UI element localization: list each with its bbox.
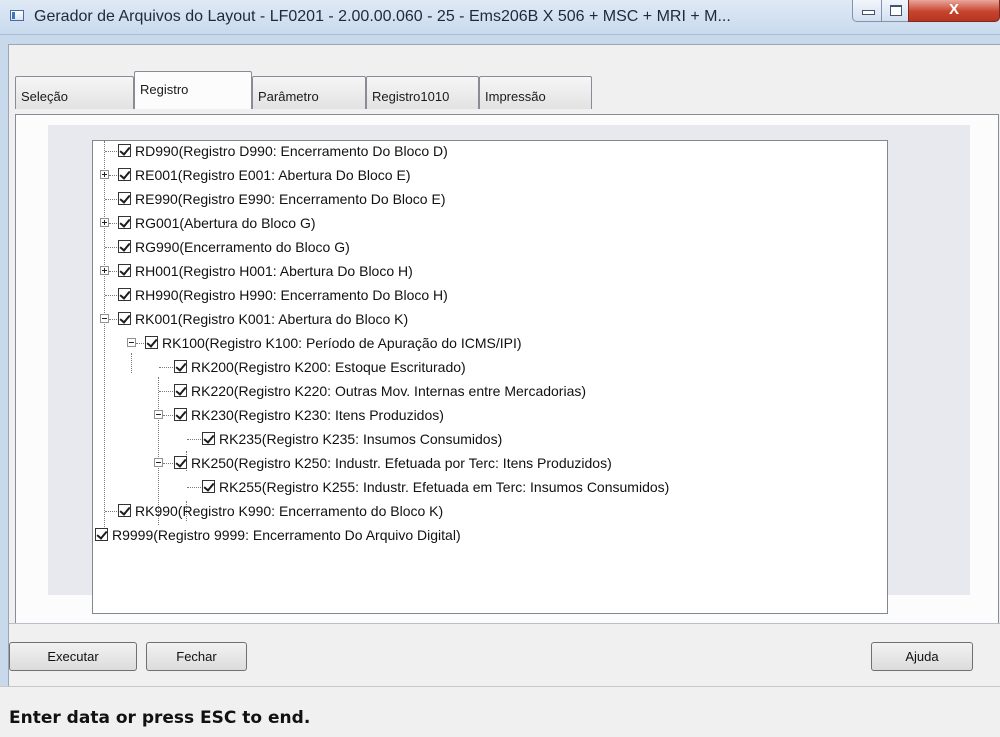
checkbox[interactable]	[118, 168, 131, 181]
tab-registro[interactable]: Registro	[134, 71, 252, 109]
registro-tree[interactable]: RD990(Registro D990: Encerramento Do Blo…	[92, 140, 888, 614]
collapse-icon[interactable]	[100, 314, 109, 323]
tab-impressao[interactable]: Impressão	[479, 76, 592, 109]
tree-item-label: RK255(Registro K255: Industr. Efetuada e…	[219, 479, 670, 495]
tree-item-label: RH990(Registro H990: Encerramento Do Blo…	[135, 287, 448, 303]
tree-item-r9999[interactable]: R9999(Registro 9999: Encerramento Do Arq…	[93, 525, 853, 547]
tree-item-rk230[interactable]: RK230(Registro K230: Itens Produzidos)	[93, 405, 853, 427]
tree-item-label: RK200(Registro K200: Estoque Escriturado…	[191, 359, 466, 375]
checkbox[interactable]	[202, 480, 215, 493]
expand-icon[interactable]	[100, 170, 109, 179]
tree-item-label: RK230(Registro K230: Itens Produzidos)	[191, 407, 444, 423]
tree-item-label: RK220(Registro K220: Outras Mov. Interna…	[191, 383, 587, 399]
tree-item-label: RE990(Registro E990: Encerramento Do Blo…	[135, 191, 446, 207]
collapse-icon[interactable]	[154, 458, 163, 467]
tree-item-label: RH001(Registro H001: Abertura Do Bloco H…	[135, 263, 413, 279]
checkbox[interactable]	[174, 456, 187, 469]
checkbox[interactable]	[174, 384, 187, 397]
tab-label: Parâmetro	[258, 89, 319, 104]
expand-icon[interactable]	[100, 218, 109, 227]
fechar-button[interactable]: Fechar	[146, 642, 247, 671]
checkbox[interactable]	[174, 360, 187, 373]
checkbox[interactable]	[145, 336, 158, 349]
collapse-icon[interactable]	[127, 338, 136, 347]
status-message: Enter data or press ESC to end.	[9, 708, 311, 728]
tree-item-label: RK001(Registro K001: Abertura do Bloco K…	[135, 311, 409, 327]
tab-parametro[interactable]: Parâmetro	[252, 76, 366, 109]
tab-label: Registro	[140, 82, 189, 97]
status-bar: Enter data or press ESC to end.	[0, 686, 1000, 737]
tree-item-rk255[interactable]: RK255(Registro K255: Industr. Efetuada e…	[93, 477, 853, 499]
tab-registro1010[interactable]: Registro1010	[366, 76, 479, 109]
tab-strip: Seleção Registro Parâmetro Registro1010 …	[9, 45, 1000, 115]
tree-item-label: RK250(Registro K250: Industr. Efetuada p…	[191, 455, 612, 471]
tree-item-label: RK100(Registro K100: Período de Apuração…	[162, 335, 522, 351]
checkbox[interactable]	[118, 504, 131, 517]
tree-item-re990[interactable]: RE990(Registro E990: Encerramento Do Blo…	[93, 189, 853, 211]
tree-item-label: RE001(Registro E001: Abertura Do Bloco E…	[135, 167, 411, 183]
checkbox[interactable]	[202, 432, 215, 445]
tab-label: Seleção	[21, 89, 68, 104]
tree-item-label: RK235(Registro K235: Insumos Consumidos)	[219, 431, 503, 447]
tree-item-rh990[interactable]: RH990(Registro H990: Encerramento Do Blo…	[93, 285, 853, 307]
checkbox[interactable]	[118, 216, 131, 229]
executar-button[interactable]: Executar	[9, 642, 137, 671]
tree-item-rk100[interactable]: RK100(Registro K100: Período de Apuração…	[93, 333, 853, 355]
tree-item-label: RD990(Registro D990: Encerramento Do Blo…	[135, 143, 448, 159]
checkbox[interactable]	[118, 264, 131, 277]
tree-item-rk200[interactable]: RK200(Registro K200: Estoque Escriturado…	[93, 357, 853, 379]
maximize-button[interactable]	[881, 0, 909, 22]
tree-item-label: R9999(Registro 9999: Encerramento Do Arq…	[112, 527, 461, 543]
tree-item-rh001[interactable]: RH001(Registro H001: Abertura Do Bloco H…	[93, 261, 853, 283]
tree-item-rd990[interactable]: RD990(Registro D990: Encerramento Do Blo…	[93, 141, 853, 163]
ajuda-button[interactable]: Ajuda	[871, 642, 973, 671]
expand-icon[interactable]	[100, 266, 109, 275]
tab-selecao[interactable]: Seleção	[15, 76, 134, 109]
close-icon: X	[948, 1, 959, 18]
tree-item-rk990[interactable]: RK990(Registro K990: Encerramento do Blo…	[93, 501, 853, 523]
tree-item-label: RG001(Abertura do Bloco G)	[135, 215, 316, 231]
checkbox[interactable]	[174, 408, 187, 421]
collapse-icon[interactable]	[154, 410, 163, 419]
checkbox[interactable]	[118, 144, 131, 157]
checkbox[interactable]	[95, 528, 108, 541]
tree-item-re001[interactable]: RE001(Registro E001: Abertura Do Bloco E…	[93, 165, 853, 187]
checkbox[interactable]	[118, 240, 131, 253]
window-title: Gerador de Arquivos do Layout - LF0201 -…	[34, 8, 731, 25]
tab-label: Impressão	[485, 89, 546, 104]
minimize-button[interactable]	[852, 0, 882, 22]
tree-item-label: RG990(Encerramento do Bloco G)	[135, 239, 350, 255]
tree-item-rg990[interactable]: RG990(Encerramento do Bloco G)	[93, 237, 853, 259]
checkbox[interactable]	[118, 312, 131, 325]
tab-label: Registro1010	[372, 89, 450, 104]
checkbox[interactable]	[118, 288, 131, 301]
app-window-icon[interactable]	[10, 10, 24, 21]
client-area: Seleção Registro Parâmetro Registro1010 …	[8, 44, 1000, 687]
title-bar[interactable]: Gerador de Arquivos do Layout - LF0201 -…	[0, 0, 1000, 35]
tree-item-rk235[interactable]: RK235(Registro K235: Insumos Consumidos)	[93, 429, 853, 451]
tree-item-rk001[interactable]: RK001(Registro K001: Abertura do Bloco K…	[93, 309, 853, 331]
close-button[interactable]: X	[908, 0, 1000, 22]
tree-item-rk220[interactable]: RK220(Registro K220: Outras Mov. Interna…	[93, 381, 853, 403]
tree-item-rk250[interactable]: RK250(Registro K250: Industr. Efetuada p…	[93, 453, 853, 475]
tree-item-rg001[interactable]: RG001(Abertura do Bloco G)	[93, 213, 853, 235]
checkbox[interactable]	[118, 192, 131, 205]
tree-item-label: RK990(Registro K990: Encerramento do Blo…	[135, 503, 444, 519]
button-bar: Executar Fechar Ajuda	[9, 623, 1000, 686]
